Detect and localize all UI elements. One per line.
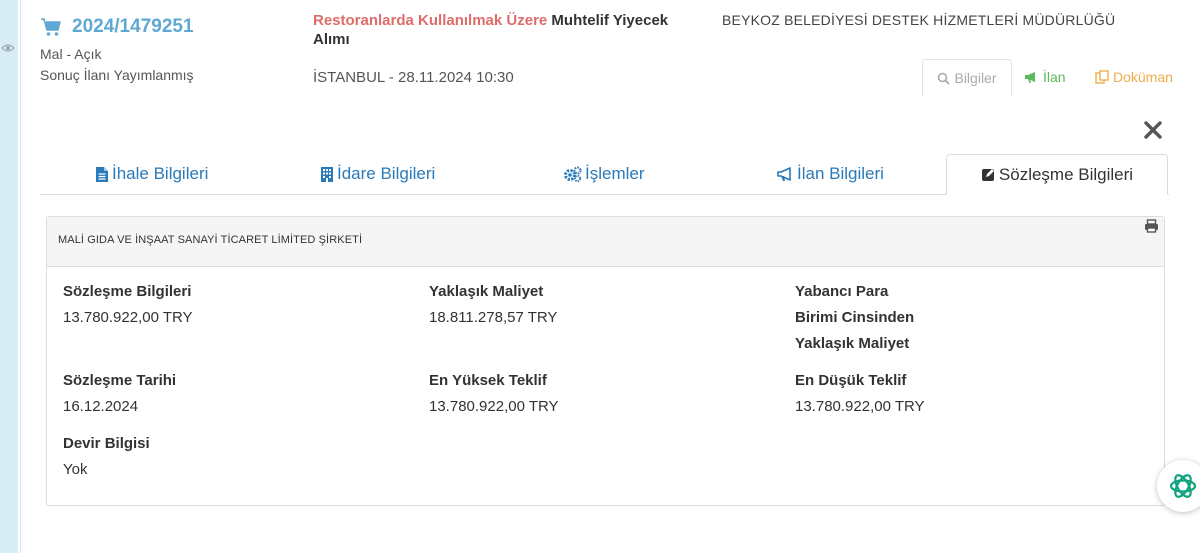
eye-icon[interactable] (1, 43, 15, 53)
gears-icon (564, 165, 582, 182)
transfer-value: Yok (63, 461, 88, 478)
tender-category: Mal - Açık (40, 46, 102, 62)
contract-info-label: Sözleşme Bilgileri (63, 283, 192, 300)
assistant-logo-icon (1169, 474, 1197, 498)
tab-label: Sözleşme Bilgileri (998, 164, 1134, 184)
foreign-cost-label-3: Yaklaşık Maliyet (795, 335, 910, 352)
tender-title: Restoranlarda Kullanılmak Üzere Muhtelif… (313, 11, 703, 49)
megaphone-icon (1025, 71, 1035, 83)
tender-number: 2024/1479251 (72, 16, 194, 37)
assistant-chat-button[interactable] (1157, 460, 1200, 512)
contract-date-label: Sözleşme Tarihi (63, 372, 177, 389)
copy-document-icon (1095, 70, 1109, 84)
announcement-button[interactable]: İlan (1024, 59, 1066, 95)
tender-number-link[interactable]: 2024/1479251 (40, 16, 194, 38)
tab-tender-info[interactable]: İhale Bilgileri (95, 161, 208, 187)
tab-label: İhale Bilgileri (112, 164, 209, 183)
tab-label: İdare Bilgileri (337, 164, 436, 183)
tab-transactions[interactable]: İşlemler (564, 161, 645, 187)
megaphone-icon (777, 166, 791, 181)
contract-info-value: 13.780.922,00 TRY (63, 309, 193, 326)
contract-date-value: 16.12.2024 (63, 398, 139, 415)
title-highlight: Restoranlarda Kullanılmak Üzere (313, 12, 548, 29)
transfer-label: Devir Bilgisi (63, 435, 150, 452)
tab-administration-info[interactable]: İdare Bilgileri (320, 161, 435, 187)
file-text-icon (96, 166, 108, 182)
tender-status: Sonuç İlanı Yayımlanmış (40, 67, 194, 83)
print-icon[interactable] (1144, 219, 1159, 233)
approx-cost-label: Yaklaşık Maliyet (429, 283, 544, 300)
left-rail (0, 0, 18, 553)
approx-cost-value: 18.811.278,57 TRY (429, 309, 558, 326)
highest-bid-label: En Yüksek Teklif (429, 372, 547, 389)
contract-panel: MALİ GIDA VE İNŞAAT SANAYİ TİCARET LİMİT… (46, 216, 1165, 506)
shopping-cart-icon (41, 18, 61, 36)
document-label: Doküman (1113, 69, 1173, 85)
tab-announcement-info[interactable]: İlan Bilgileri (777, 161, 884, 187)
city-date: İSTANBUL - 28.11.2024 10:30 (313, 69, 514, 86)
announcement-label: İlan (1043, 69, 1066, 85)
organization-name: BEYKOZ BELEDİYESİ DESTEK HİZMETLERİ MÜDÜ… (722, 12, 1116, 28)
company-name: MALİ GIDA VE İNŞAAT SANAYİ TİCARET LİMİT… (58, 234, 363, 246)
lowest-bid-label: En Düşük Teklif (795, 372, 907, 389)
lowest-bid-value: 13.780.922,00 TRY (795, 398, 925, 415)
foreign-cost-label-1: Yabancı Para (795, 283, 889, 300)
foreign-cost-label-2: Birimi Cinsinden (795, 309, 915, 326)
panel-header: MALİ GIDA VE İNŞAAT SANAYİ TİCARET LİMİT… (47, 217, 1164, 267)
document-button[interactable]: Doküman (1095, 59, 1173, 95)
highest-bid-value: 13.780.922,00 TRY (429, 398, 559, 415)
info-label: Bilgiler (954, 70, 997, 86)
close-icon[interactable] (1141, 118, 1165, 142)
search-icon (938, 72, 951, 85)
edit-icon (981, 169, 994, 181)
tab-label: İşlemler (585, 164, 645, 183)
building-icon (321, 166, 333, 182)
info-button[interactable]: Bilgiler (922, 59, 1012, 96)
tab-label: İlan Bilgileri (797, 164, 884, 183)
tab-contract-info[interactable]: Sözleşme Bilgileri (946, 154, 1168, 195)
